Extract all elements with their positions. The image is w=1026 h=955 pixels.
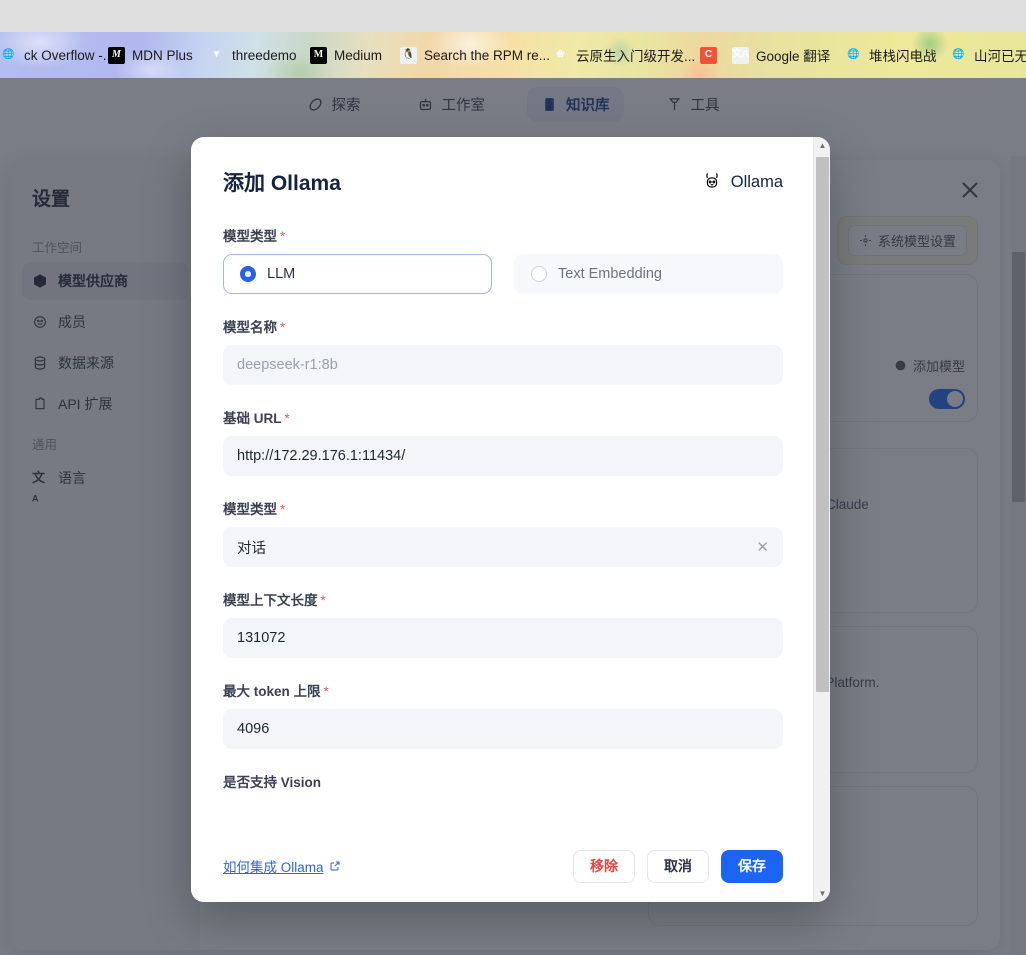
how-to-integrate-label: 如何集成 Ollama — [223, 860, 324, 875]
globe-icon: 🌐 — [847, 49, 860, 60]
radio-option-llm[interactable]: LLM — [223, 254, 492, 294]
clear-icon[interactable]: ✕ — [756, 538, 769, 556]
save-button[interactable]: 保存 — [721, 849, 783, 883]
bookmark-label: 云原生入门级开发... — [576, 49, 696, 64]
modal-scrollbar[interactable]: ▲ ▼ — [813, 137, 830, 902]
globe-icon: 🌐 — [2, 49, 15, 60]
field-label: 模型上下文长度 * — [223, 589, 783, 609]
bookmark-item[interactable]: M MDN Plus — [108, 32, 193, 78]
field-label-text: 模型类型 — [223, 502, 277, 517]
field-label: 模型类型 * — [223, 498, 783, 518]
llama-icon — [706, 173, 718, 188]
modal-header: 添加 Ollama Ollama — [223, 167, 783, 197]
bookmark-label: MDN Plus — [132, 47, 193, 63]
huawei-icon: ❀ — [556, 49, 565, 60]
bookmark-label: 堆栈闪电战 — [869, 49, 937, 64]
model-category-value: 对话 — [237, 540, 266, 557]
modal-body: 添加 Ollama Ollama 模型类型 * LLM Text Embeddi… — [191, 137, 813, 902]
bookmark-item[interactable]: ▼ threedemo — [208, 32, 297, 78]
medium-icon: M — [310, 46, 327, 64]
rpm-icon: 🐧 — [400, 46, 417, 64]
radio-option-label: Text Embedding — [558, 266, 662, 282]
bookmark-item[interactable]: 🌐 山河已无恙的 — [950, 32, 1026, 78]
bookmark-item[interactable]: M Medium — [310, 32, 382, 78]
modal-scrollbar-thumb[interactable] — [816, 157, 829, 692]
bookmark-label: Google 翻译 — [756, 49, 831, 64]
ollama-brand: Ollama — [701, 171, 783, 193]
bookmark-item[interactable]: 🌐 堆栈闪电战 — [845, 32, 937, 78]
field-label-text: 模型类型 — [223, 229, 277, 244]
field-label: 基础 URL * — [223, 407, 783, 427]
bookmark-label: ck Overflow -... — [24, 47, 115, 63]
bookmark-item[interactable]: 文A Google 翻译 — [732, 32, 830, 78]
bookmark-label: Medium — [334, 47, 383, 63]
required-marker: * — [280, 502, 286, 517]
field-model-category: 模型类型 * 对话 ✕ — [223, 498, 783, 567]
radio-group-model-type: LLM Text Embedding — [223, 254, 783, 294]
how-to-integrate-link[interactable]: 如何集成 Ollama — [223, 856, 341, 876]
model-category-select[interactable]: 对话 ✕ — [223, 527, 783, 567]
external-link-icon — [330, 861, 340, 871]
field-label: 模型名称 * — [223, 316, 783, 336]
field-vision-support: 是否支持 Vision — [223, 771, 783, 791]
scroll-down-arrow-icon[interactable]: ▼ — [814, 885, 830, 902]
required-marker: * — [280, 229, 286, 244]
modal-footer: 如何集成 Ollama 移除 取消 保存 — [191, 830, 813, 902]
field-label-text: 模型名称 — [223, 320, 277, 335]
model-name-input[interactable]: deepseek-r1:8b — [223, 345, 783, 385]
modal-actions: 移除 取消 保存 — [573, 849, 783, 883]
required-marker: * — [280, 320, 286, 335]
base-url-input[interactable]: http://172.29.176.1:11434/ — [223, 436, 783, 476]
field-label-text: 基础 URL — [223, 411, 282, 426]
bookmark-item[interactable]: ❀ 云原生入门级开发... — [552, 32, 695, 78]
scroll-up-arrow-icon[interactable]: ▲ — [814, 137, 830, 154]
max-tokens-input[interactable]: 4096 — [223, 709, 783, 749]
add-ollama-modal: 添加 Ollama Ollama 模型类型 * LLM Text Embeddi… — [191, 137, 830, 902]
remove-button[interactable]: 移除 — [573, 849, 635, 883]
modal-title: 添加 Ollama — [223, 172, 341, 195]
field-model-type: 模型类型 * LLM Text Embedding — [223, 225, 783, 294]
field-label: 模型类型 * — [223, 225, 783, 245]
bookmark-item[interactable]: 🐧 Search the RPM re... — [400, 32, 550, 78]
radio-dot-icon — [240, 266, 256, 282]
vue-icon: ▼ — [211, 49, 222, 60]
ollama-brand-label: Ollama — [730, 172, 783, 191]
bookmark-item[interactable]: 🌐 ck Overflow -... — [0, 32, 114, 78]
field-max-tokens: 最大 token 上限 * 4096 — [223, 680, 783, 749]
field-label-text: 最大 token 上限 — [223, 684, 321, 699]
bookmark-item[interactable]: C — [700, 32, 724, 78]
field-context-length: 模型上下文长度 * 131072 — [223, 589, 783, 658]
required-marker: * — [320, 593, 326, 608]
context-length-input[interactable]: 131072 — [223, 618, 783, 658]
mdn-icon: M — [108, 46, 125, 64]
radio-option-label: LLM — [267, 266, 296, 282]
bookmark-label: Search the RPM re... — [424, 47, 551, 63]
google-translate-icon: 文A — [732, 46, 749, 64]
field-model-name: 模型名称 * deepseek-r1:8b — [223, 316, 783, 385]
required-marker: * — [323, 684, 329, 699]
radio-dot-icon — [531, 266, 547, 282]
field-label-text: 模型上下文长度 — [223, 593, 318, 608]
bookmark-label: threedemo — [232, 47, 297, 63]
vision-support-label: 是否支持 Vision — [223, 775, 322, 790]
bookmark-label: 山河已无恙的 — [974, 49, 1026, 64]
field-base-url: 基础 URL * http://172.29.176.1:11434/ — [223, 407, 783, 476]
required-marker: * — [284, 411, 290, 426]
globe-icon: 🌐 — [952, 49, 965, 60]
radio-option-text-embedding[interactable]: Text Embedding — [514, 254, 783, 294]
field-label: 最大 token 上限 * — [223, 680, 783, 700]
browser-toolbar-strip — [0, 0, 1026, 32]
c-icon: C — [700, 46, 717, 64]
cancel-button[interactable]: 取消 — [647, 849, 709, 883]
bookmarks-bar[interactable]: 🌐 ck Overflow -... M MDN Plus ▼ threedem… — [0, 32, 1026, 78]
